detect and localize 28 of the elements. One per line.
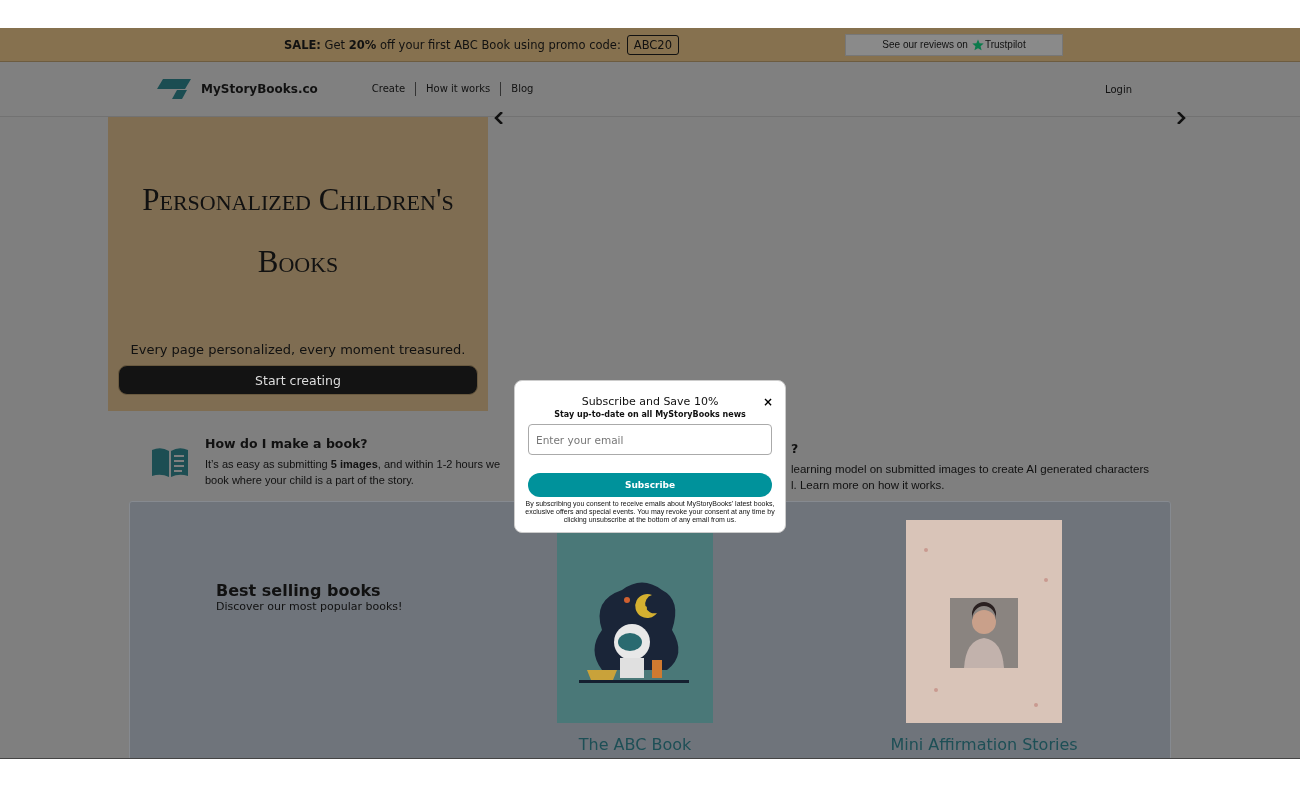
sale-text: SALE: Get 20% off your first ABC Book using promo code: [284, 37, 621, 52]
start-creating-button[interactable]: Start creating [118, 365, 478, 395]
chevron-right-icon[interactable] [1176, 112, 1186, 124]
info-heading: ? [791, 441, 800, 456]
info-text: book where your child is a part of the story. [205, 473, 415, 488]
open-book-icon [150, 446, 190, 478]
nav-link[interactable]: Blog [500, 82, 544, 96]
promo-code: ABC20 [626, 34, 679, 55]
login-link[interactable]: Login [1105, 83, 1132, 95]
section-title: Best selling books [216, 581, 382, 600]
popup-subtitle: Stay up-to-date on all MyStoryBooks news [554, 409, 746, 420]
hero-title: Personalized Children's Books [141, 181, 455, 281]
info-text: learning model on submitted images to create AI generated characters [791, 462, 1149, 477]
popup-title: Subscribe and Save 10% [581, 395, 719, 409]
info-text: l. Learn more on how it works. [791, 478, 946, 493]
email-field[interactable]: Enter your email [528, 424, 772, 455]
info-heading: How do I make a book? [205, 436, 369, 451]
brand-name[interactable]: MyStoryBooks.co [201, 82, 318, 96]
close-button[interactable]: × [762, 395, 773, 409]
subscribe-button[interactable]: Subscribe [528, 473, 772, 497]
nav-link[interactable]: Create [371, 82, 416, 96]
info-text: It’s as easy as submitting 5 images, and within 1-2 hours we [205, 457, 501, 472]
reviews-link[interactable]: See our reviews on Trustpilot [845, 33, 1063, 56]
hero-tagline: Every page personalized, every moment treasured. [130, 342, 466, 357]
chevron-left-icon[interactable] [494, 112, 504, 124]
section-subtitle: Discover our most popular books! [216, 600, 404, 613]
nav-link[interactable]: How it works [415, 82, 501, 96]
star-icon [971, 38, 984, 51]
